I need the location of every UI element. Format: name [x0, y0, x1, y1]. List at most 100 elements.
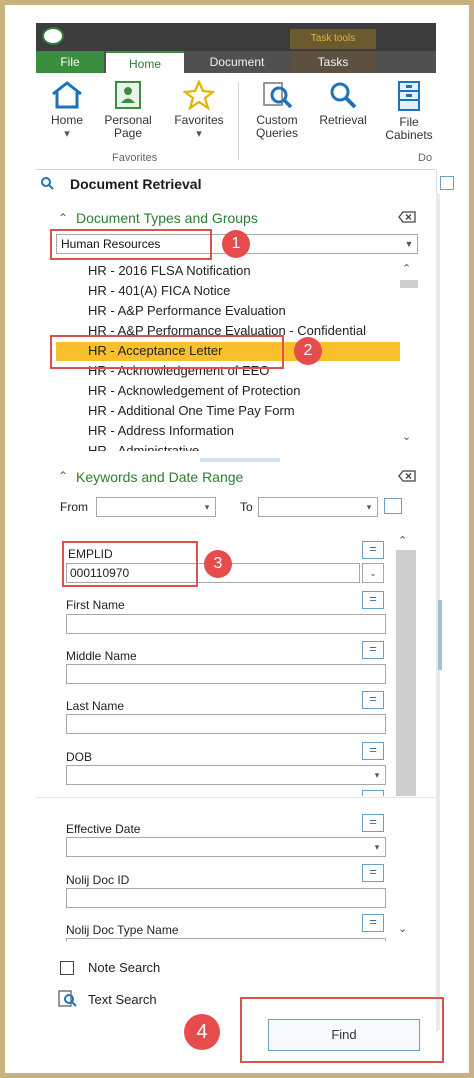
list-item[interactable]: HR - Additional One Time Pay Form: [88, 403, 295, 418]
personal-page-button[interactable]: Personal Page: [98, 80, 158, 140]
nolij-doc-type-name-label: Nolij Doc Type Name: [66, 923, 179, 937]
list-item[interactable]: HR - A&P Performance Evaluation: [88, 303, 286, 318]
task-tools-label: Task tools: [290, 29, 376, 49]
panel-title: Document Retrieval: [70, 176, 202, 192]
operator-button-partial: [362, 790, 384, 796]
annotation-box-2: [50, 335, 284, 369]
home-icon: [52, 81, 82, 109]
app-logo-icon: [42, 27, 64, 45]
scroll-down-icon[interactable]: ⌄: [402, 430, 411, 443]
custom-queries-icon: [263, 82, 293, 109]
retrieval-button[interactable]: Retrieval: [312, 80, 374, 127]
annotation-badge-3: 3: [204, 550, 232, 578]
chevron-down-icon: ▼: [404, 239, 414, 249]
title-bar: [36, 23, 436, 51]
ribbon-separator: [238, 82, 239, 160]
date-range-icon[interactable]: [384, 498, 402, 514]
favorites-button[interactable]: Favorites ▾: [168, 80, 230, 141]
middle-name-operator-button[interactable]: =: [362, 641, 384, 659]
first-name-input[interactable]: [66, 614, 386, 634]
ribbon: [36, 73, 436, 170]
middle-name-input[interactable]: [66, 664, 386, 684]
favorites-label: Favorites: [174, 113, 224, 127]
chevron-down-icon: ▾: [64, 128, 70, 140]
middle-name-label: Middle Name: [66, 649, 137, 663]
first-name-operator-button[interactable]: =: [362, 591, 384, 609]
collapse-chevron-icon[interactable]: ⌃: [58, 469, 68, 483]
dob-input[interactable]: ▾: [66, 765, 386, 785]
keywords-scroll-thumb[interactable]: [396, 550, 416, 796]
tab-file[interactable]: File: [36, 51, 104, 73]
emplid-dropdown[interactable]: ⌄: [362, 563, 384, 583]
list-item[interactable]: HR - 401(A) FICA Notice: [88, 283, 230, 298]
home-button[interactable]: Home ▾: [44, 80, 90, 141]
personal-page-label: Personal Page: [104, 113, 152, 140]
nolij-doc-type-name-input[interactable]: [66, 938, 386, 941]
list-item[interactable]: HR - Acknowledgement of Protection: [88, 383, 300, 398]
group-do-label: Do: [418, 152, 433, 164]
chevron-down-icon: ⌄: [369, 568, 377, 578]
side-panel-icon[interactable]: [440, 176, 454, 190]
custom-queries-button[interactable]: Custom Queries: [246, 80, 308, 140]
tab-tasks[interactable]: Tasks: [290, 51, 376, 73]
effective-date-label: Effective Date: [66, 822, 141, 836]
clear-icon[interactable]: [398, 211, 416, 223]
from-date-input[interactable]: ▾: [96, 497, 216, 517]
star-icon: [183, 80, 215, 110]
nolij-doc-type-name-operator-button[interactable]: =: [362, 914, 384, 932]
effective-date-operator-button[interactable]: =: [362, 814, 384, 832]
note-icon[interactable]: [60, 961, 74, 975]
splitter-thumb[interactable]: [438, 600, 442, 670]
from-label: From: [60, 500, 88, 514]
chevron-down-icon: ▾: [204, 502, 210, 512]
nolij-doc-id-operator-button[interactable]: =: [362, 864, 384, 882]
chevron-down-icon: ▾: [374, 770, 380, 780]
annotation-badge-4: 4: [184, 1014, 220, 1050]
last-name-label: Last Name: [66, 699, 125, 713]
scroll-up-icon[interactable]: ⌃: [402, 262, 411, 275]
magnifier-icon: [330, 82, 357, 109]
list-item[interactable]: HR - 2016 FLSA Notification: [88, 263, 251, 278]
last-name-operator-button[interactable]: =: [362, 691, 384, 709]
file-cabinet-icon: [398, 81, 420, 111]
list-item[interactable]: HR - Administrative...: [88, 443, 210, 451]
tab-home[interactable]: Home: [106, 51, 184, 73]
list-item[interactable]: HR - Address Information: [88, 423, 234, 438]
doc-types-title: Document Types and Groups: [76, 210, 258, 226]
section-divider: [36, 797, 436, 810]
dob-operator-button[interactable]: =: [362, 742, 384, 760]
group-favorites-label: Favorites: [112, 152, 158, 164]
note-search-label[interactable]: Note Search: [88, 960, 160, 975]
text-search-icon[interactable]: [58, 990, 78, 1008]
nolij-doc-id-input[interactable]: [66, 888, 386, 908]
file-cabinets-label: File Cabinets: [385, 115, 433, 142]
section-resize-handle[interactable]: [200, 458, 280, 462]
list-scroll-thumb[interactable]: [400, 280, 418, 288]
personal-page-icon: [115, 81, 141, 109]
annotation-box-4: [240, 997, 444, 1063]
to-label: To: [240, 500, 253, 514]
nolij-doc-id-label: Nolij Doc ID: [66, 873, 130, 887]
annotation-box-3: [62, 541, 198, 587]
scroll-up-icon[interactable]: ⌃: [398, 534, 407, 547]
clear-icon[interactable]: [398, 470, 416, 482]
file-cabinets-button[interactable]: File Cabinets: [380, 80, 438, 142]
custom-queries-label: Custom Queries: [255, 113, 299, 140]
scroll-down-icon[interactable]: ⌄: [398, 922, 407, 935]
home-button-label: Home: [50, 113, 83, 127]
tab-document[interactable]: Document: [188, 51, 286, 73]
last-name-input[interactable]: [66, 714, 386, 734]
retrieval-label: Retrieval: [319, 113, 367, 127]
effective-date-input[interactable]: ▾: [66, 837, 386, 857]
search-icon: [41, 177, 54, 190]
chevron-down-icon: ▾: [366, 502, 372, 512]
to-date-input[interactable]: ▾: [258, 497, 378, 517]
chevron-down-icon: ▾: [196, 128, 202, 140]
text-search-label[interactable]: Text Search: [88, 992, 157, 1007]
annotation-badge-1: 1: [222, 230, 250, 258]
emplid-operator-button[interactable]: =: [362, 541, 384, 559]
collapse-chevron-icon[interactable]: ⌃: [58, 211, 68, 225]
dob-label: DOB: [66, 750, 93, 764]
annotation-badge-2: 2: [294, 337, 322, 365]
keywords-title: Keywords and Date Range: [76, 469, 244, 485]
